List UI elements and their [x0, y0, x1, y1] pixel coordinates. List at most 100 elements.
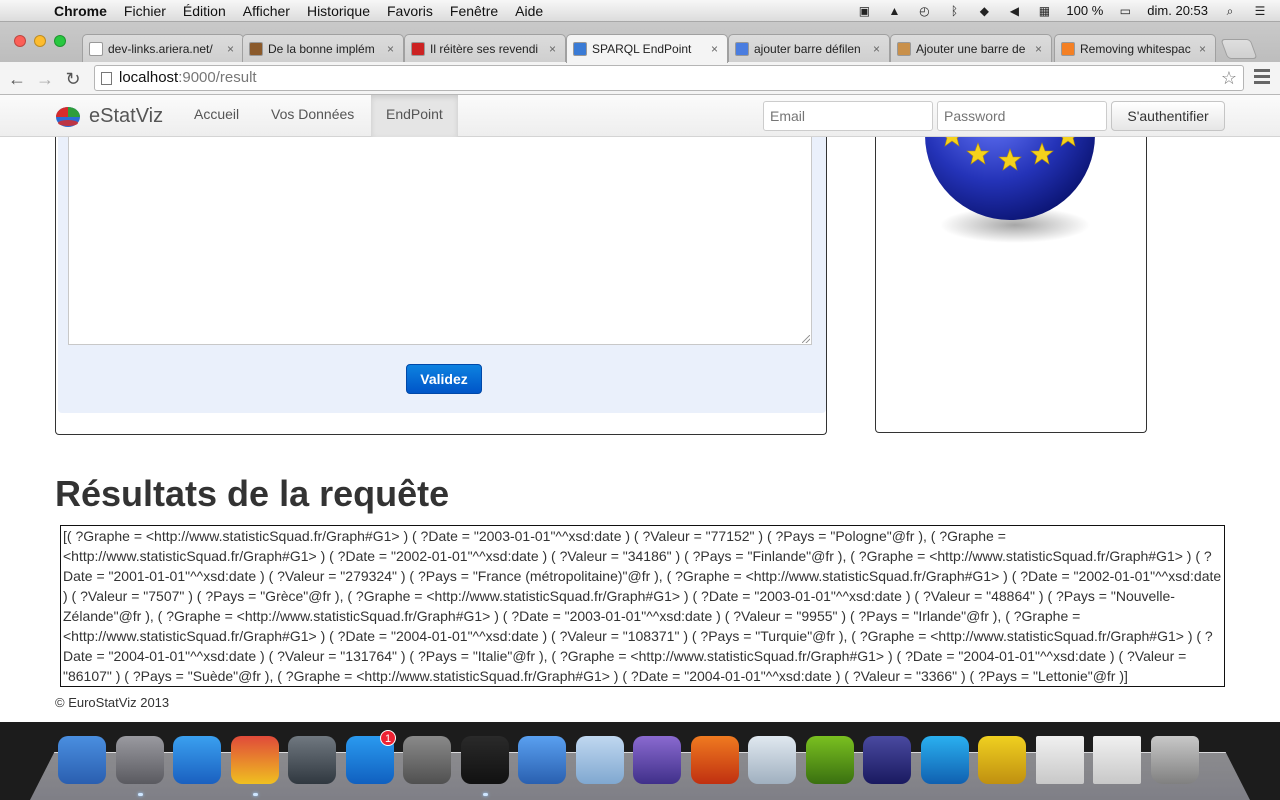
new-tab-button[interactable]	[1220, 39, 1258, 59]
browser-tab[interactable]: Il réitère ses revendi ×	[404, 34, 566, 62]
window-minimize-button[interactable]	[34, 35, 46, 47]
tab-favicon-icon	[573, 42, 587, 56]
wifi-icon[interactable]: ◆	[976, 4, 992, 18]
menu-fichier[interactable]: Fichier	[124, 3, 166, 19]
nav-endpoint[interactable]: EndPoint	[371, 95, 458, 137]
site-navbar: eStatViz Accueil Vos Données EndPoint S'…	[0, 95, 1280, 137]
password-field[interactable]	[937, 101, 1107, 131]
facetime-icon[interactable]	[288, 736, 336, 784]
query-panel: Validez	[55, 115, 827, 435]
bluetooth-icon[interactable]: ᛒ	[946, 4, 962, 18]
menu-historique[interactable]: Historique	[307, 3, 370, 19]
site-brand[interactable]: eStatViz	[55, 104, 163, 128]
chrome-menu-icon[interactable]	[1254, 69, 1270, 87]
nav-accueil[interactable]: Accueil	[179, 95, 254, 137]
query-form-well: Validez	[58, 115, 826, 413]
tab-title: SPARQL EndPoint	[592, 42, 692, 56]
query-results-output: [( ?Graphe = <http://www.statisticSquad.…	[60, 525, 1225, 687]
tab-close-icon[interactable]: ×	[1199, 42, 1209, 56]
eclipse-alt-icon[interactable]	[863, 736, 911, 784]
browser-tab-strip: dev-links.ariera.net/× De la bonne implém…	[0, 22, 1280, 63]
bookmark-star-icon[interactable]: ☆	[1221, 66, 1237, 90]
volume-icon[interactable]: ◀	[1006, 4, 1022, 18]
finder-icon[interactable]	[58, 736, 106, 784]
menu-aide[interactable]: Aide	[515, 3, 543, 19]
trash-icon[interactable]	[1150, 736, 1199, 784]
downloads-stack-icon[interactable]	[1093, 736, 1141, 784]
validez-button[interactable]: Validez	[406, 364, 482, 394]
forward-arrow-icon[interactable]: →	[34, 68, 56, 90]
tab-title: Ajouter une barre de	[916, 41, 1026, 56]
google-drive-icon[interactable]: ▲	[886, 4, 902, 18]
eclipse-icon[interactable]	[633, 736, 681, 784]
tab-favicon-icon	[897, 41, 911, 56]
tab-title: Removing whitespac	[1080, 41, 1191, 56]
wampserver-icon[interactable]	[978, 736, 1026, 784]
sparql-query-textarea[interactable]	[68, 115, 812, 345]
menu-edition[interactable]: Édition	[183, 3, 226, 19]
menu-fenetre[interactable]: Fenêtre	[450, 3, 498, 19]
page-icon	[101, 72, 112, 85]
tab-close-icon[interactable]: ×	[873, 42, 883, 56]
reload-icon[interactable]: ↻	[62, 68, 84, 90]
shield-status-icon[interactable]: ▣	[856, 4, 872, 18]
browser-toolbar: ← → ↻ localhost:9000/result ☆	[0, 62, 1280, 95]
chrome-icon[interactable]	[230, 736, 279, 784]
notification-center-icon[interactable]: ☰	[1252, 4, 1268, 18]
nav-vos-donnees[interactable]: Vos Données	[256, 95, 369, 137]
menu-favoris[interactable]: Favoris	[387, 3, 433, 19]
app-store-badge: 1	[380, 730, 396, 746]
brackets-icon[interactable]	[805, 736, 854, 784]
browser-tab[interactable]: dev-links.ariera.net/ ×	[82, 34, 244, 62]
page-footer: © EuroStatViz 2013	[55, 695, 170, 710]
virtualbox-icon[interactable]	[575, 736, 624, 784]
browser-tab[interactable]: SPARQL EndPoint ×	[566, 34, 728, 63]
firefox-icon[interactable]	[690, 736, 739, 784]
menu-afficher[interactable]: Afficher	[243, 3, 290, 19]
window-zoom-button[interactable]	[54, 35, 66, 47]
tab-close-icon[interactable]: ×	[227, 42, 237, 56]
image-panel	[875, 95, 1147, 433]
tab-close-icon[interactable]: ×	[549, 42, 559, 56]
resize-grip-icon[interactable]	[802, 335, 810, 343]
battery-percent[interactable]: 100 %	[1066, 3, 1103, 18]
tab-title: De la bonne implém	[268, 41, 375, 56]
preview-icon[interactable]	[748, 736, 796, 784]
window-close-button[interactable]	[14, 35, 26, 47]
browser-tab[interactable]: Removing whitespac ×	[1054, 34, 1216, 62]
battery-icon[interactable]: ▭	[1117, 4, 1133, 18]
tab-favicon-icon	[89, 41, 103, 56]
safari-icon[interactable]	[173, 736, 221, 784]
menubar-clock[interactable]: dim. 20:53	[1147, 3, 1208, 18]
authenticate-button[interactable]: S'authentifier	[1111, 101, 1225, 131]
tab-title: ajouter barre défilen	[754, 41, 861, 56]
terminal-icon[interactable]	[460, 736, 509, 784]
running-app-indicator	[137, 793, 143, 796]
browser-tab[interactable]: ajouter barre défilen ×	[728, 34, 890, 62]
url-host: localhost	[119, 69, 179, 86]
running-app-indicator	[252, 793, 258, 796]
webstorm-icon[interactable]	[920, 736, 969, 784]
email-field[interactable]	[763, 101, 933, 131]
browser-tab[interactable]: Ajouter une barre de ×	[890, 34, 1052, 62]
system-preferences-icon[interactable]	[403, 736, 451, 784]
tab-favicon-icon	[249, 41, 263, 56]
tab-close-icon[interactable]: ×	[387, 42, 397, 56]
browser-tab[interactable]: De la bonne implém ×	[242, 34, 404, 62]
launchpad-icon[interactable]	[115, 736, 164, 784]
tab-close-icon[interactable]: ×	[711, 42, 721, 56]
tab-close-icon[interactable]: ×	[1035, 42, 1045, 56]
tab-favicon-icon	[735, 41, 749, 56]
url-path: :9000/result	[178, 69, 257, 86]
estatviz-logo-icon	[56, 107, 80, 127]
menu-app-name[interactable]: Chrome	[54, 3, 107, 19]
macos-menubar: Chrome Fichier Édition Afficher Historiq…	[0, 0, 1280, 22]
documents-stack-icon[interactable]	[1035, 736, 1084, 784]
input-menu-icon[interactable]: ▦	[1036, 4, 1052, 18]
address-bar[interactable]: localhost:9000/result ☆	[94, 65, 1244, 91]
spotlight-search-icon[interactable]: ⌕	[1222, 4, 1238, 18]
web-page: eStatViz Accueil Vos Données EndPoint S'…	[0, 95, 1280, 722]
back-arrow-icon[interactable]: ←	[6, 68, 28, 90]
xcode-icon[interactable]	[518, 736, 566, 784]
time-machine-icon[interactable]: ◴	[916, 4, 932, 18]
